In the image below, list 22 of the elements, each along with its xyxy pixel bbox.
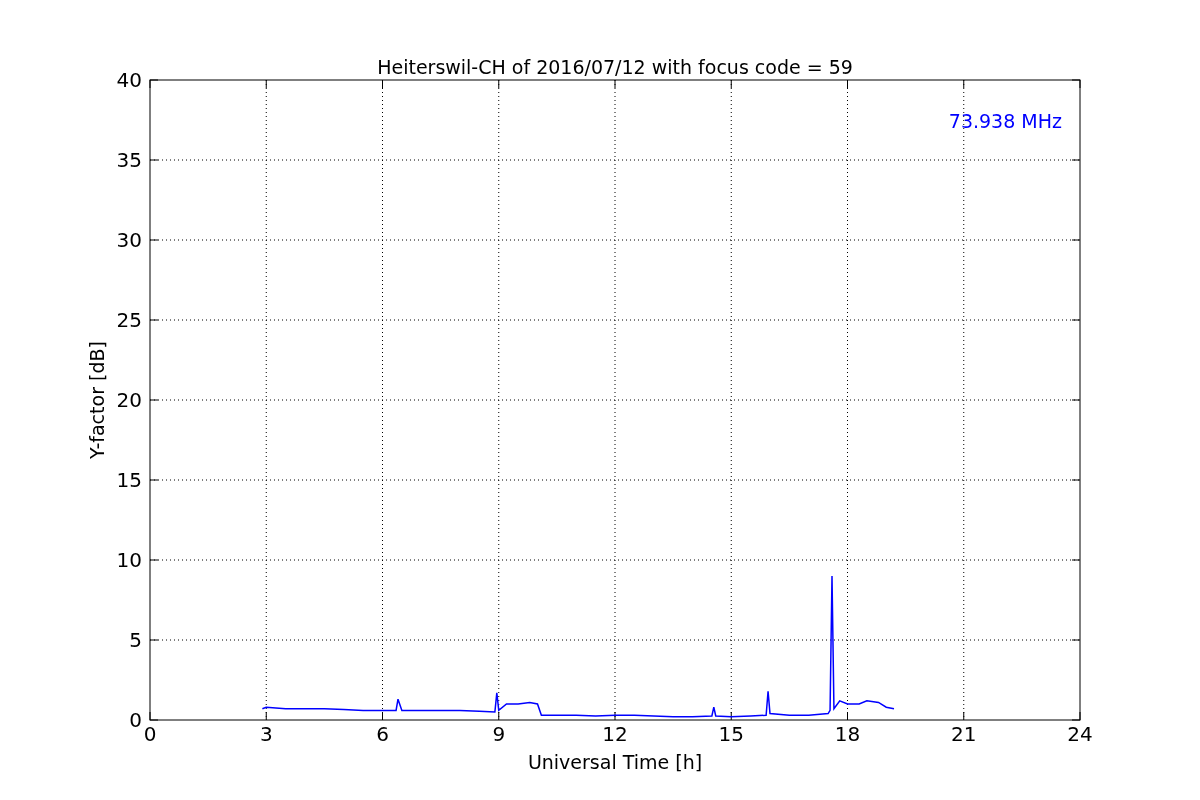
y-tick-label: 10 — [116, 548, 142, 572]
x-tick-label: 21 — [951, 722, 977, 746]
x-tick-label: 6 — [376, 722, 389, 746]
y-tick-label: 5 — [129, 628, 142, 652]
y-tick-label: 25 — [116, 308, 142, 332]
y-tick-label: 15 — [116, 468, 142, 492]
y-tick-label: 30 — [116, 228, 142, 252]
chart-title: Heiterswil-CH of 2016/07/12 with focus code = 59 — [377, 56, 853, 78]
y-tick-label: 40 — [116, 68, 142, 92]
x-tick-label: 12 — [602, 722, 628, 746]
y-tick-label: 35 — [116, 148, 142, 172]
y-tick-label: 20 — [116, 388, 142, 412]
x-tick-label: 18 — [834, 722, 861, 746]
series-label: 73.938 MHz — [948, 110, 1062, 132]
x-tick-label: 9 — [492, 722, 506, 746]
x-axis-label: Universal Time [h] — [527, 751, 703, 773]
x-tick-label: 0 — [143, 722, 157, 746]
x-tick-label: 3 — [259, 722, 273, 746]
y-tick-label: 0 — [129, 708, 142, 732]
x-tick-label: 24 — [1067, 722, 1093, 746]
x-tick-label: 15 — [718, 722, 744, 746]
y-axis-label: Y-factor [dB] — [86, 341, 108, 459]
